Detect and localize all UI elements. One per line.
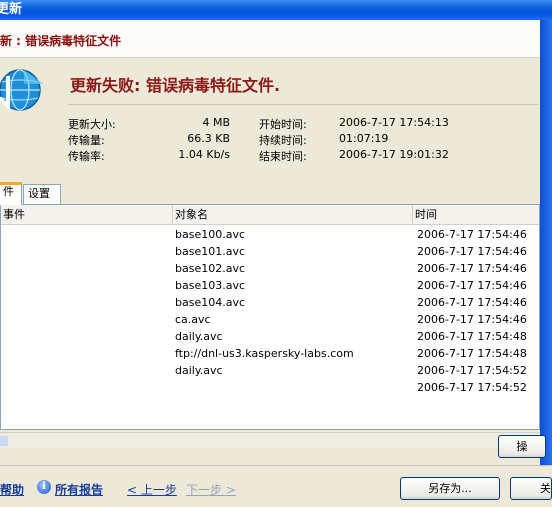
table-row[interactable]: 文件下载出错: (0x8000005C)daily.avc2006-7-17 1…	[1, 328, 539, 345]
tab-settings[interactable]: 设置	[23, 184, 61, 204]
table-row[interactable]: 文件 已下载base100.avc2006-7-17 17:54:46	[1, 226, 539, 243]
object-cell: base100.avc	[175, 228, 246, 241]
operations-button-label: 操	[516, 440, 528, 453]
table-row[interactable]: 选择更新源ftp://dnl-us3.kaspersky-labs.com200…	[1, 345, 539, 362]
table-row[interactable]: 更新完成出错: 错误病毒特...2006-7-17 17:54:52	[1, 379, 539, 396]
start-time-label: 开始时间:	[259, 118, 307, 131]
time-cell: 2006-7-17 17:54:46	[417, 245, 527, 258]
tab-events-label: 件	[3, 185, 14, 198]
time-cell: 2006-7-17 17:54:48	[417, 347, 527, 360]
transferred-label: 传输量:	[68, 134, 105, 147]
scrollbar-thumb[interactable]	[0, 436, 8, 446]
table-row[interactable]: 文件 已下载base102.avc2006-7-17 17:54:46	[1, 260, 539, 277]
table-row[interactable]: 文件 已下载ca.avc2006-7-17 17:54:46	[1, 311, 539, 328]
time-cell: 2006-7-17 17:54:46	[417, 296, 527, 309]
time-cell: 2006-7-17 17:54:52	[417, 364, 527, 377]
column-header-time[interactable]: 时间	[413, 205, 539, 224]
window-titlebar[interactable]: 更新	[0, 0, 552, 20]
window-border-right	[540, 20, 552, 465]
column-header-object[interactable]: 对象名	[173, 205, 413, 224]
table-row[interactable]: 文件下载出错: 错误病毒特...daily.avc2006-7-17 17:54…	[1, 362, 539, 379]
all-reports-link[interactable]: 所有报告	[55, 481, 103, 498]
operations-button[interactable]: 操	[498, 435, 546, 458]
time-cell: 2006-7-17 17:54:46	[417, 262, 527, 275]
close-button[interactable]: 关	[510, 477, 552, 500]
report-header: 新 : 错误病毒特征文件	[0, 20, 540, 58]
time-cell: 2006-7-17 17:54:46	[417, 228, 527, 241]
horizontal-scrollbar[interactable]	[0, 432, 540, 448]
start-time-value: 2006-7-17 17:54:13	[339, 116, 449, 129]
size-value: 4 MB	[202, 116, 230, 129]
object-cell: base101.avc	[175, 245, 246, 258]
object-cell: base102.avc	[175, 262, 246, 275]
duration-value: 01:07:19	[339, 132, 389, 145]
tab-events[interactable]: 件	[0, 182, 22, 205]
header-title: 新 : 错误病毒特征文件	[0, 34, 122, 48]
time-cell: 2006-7-17 17:54:52	[417, 381, 527, 394]
duration-label: 持续时间:	[259, 134, 307, 147]
object-cell: daily.avc	[175, 330, 223, 343]
rate-value: 1.04 Kb/s	[178, 148, 230, 161]
object-cell: daily.avc	[175, 364, 223, 377]
end-time-value: 2006-7-17 19:01:32	[339, 148, 449, 161]
tab-settings-label: 设置	[28, 187, 50, 200]
rate-label: 传输率:	[68, 150, 105, 163]
update-globe-icon	[0, 60, 44, 120]
table-row[interactable]: 文件 已下载base104.avc2006-7-17 17:54:46	[1, 294, 539, 311]
divider	[68, 104, 538, 105]
close-button-label: 关	[540, 482, 551, 495]
column-header-event[interactable]: 事件	[1, 205, 173, 224]
time-cell: 2006-7-17 17:54:48	[417, 330, 527, 343]
save-as-button-label: 另存为...	[428, 482, 472, 495]
prev-step-link[interactable]: < 上一步	[127, 481, 177, 498]
time-cell: 2006-7-17 17:54:46	[417, 279, 527, 292]
next-step-link: 下一步 >	[186, 483, 236, 497]
object-cell: ca.avc	[175, 313, 211, 326]
time-cell: 2006-7-17 17:54:46	[417, 313, 527, 326]
table-header: 事件 对象名 时间	[1, 205, 539, 225]
object-cell: base104.avc	[175, 296, 246, 309]
table-row[interactable]: 文件 已下载base103.avc2006-7-17 17:54:46	[1, 277, 539, 294]
end-time-label: 结束时间:	[259, 150, 307, 163]
footer-divider	[0, 465, 552, 466]
info-icon: i	[37, 480, 51, 494]
window-title: 更新	[0, 2, 23, 17]
events-table: 事件 对象名 时间 文件 已下载base100.avc2006-7-17 17:…	[0, 204, 540, 430]
transferred-value: 66.3 KB	[187, 132, 230, 145]
help-link[interactable]: 帮助	[0, 481, 24, 498]
object-cell: ftp://dnl-us3.kaspersky-labs.com	[175, 347, 354, 360]
save-as-button[interactable]: 另存为...	[400, 477, 500, 500]
table-row[interactable]: 文件 已下载base101.avc2006-7-17 17:54:46	[1, 243, 539, 260]
update-failed-message: 更新失败: 错误病毒特征文件.	[70, 76, 281, 95]
size-label: 更新大小:	[68, 118, 116, 131]
object-cell: base103.avc	[175, 279, 246, 292]
